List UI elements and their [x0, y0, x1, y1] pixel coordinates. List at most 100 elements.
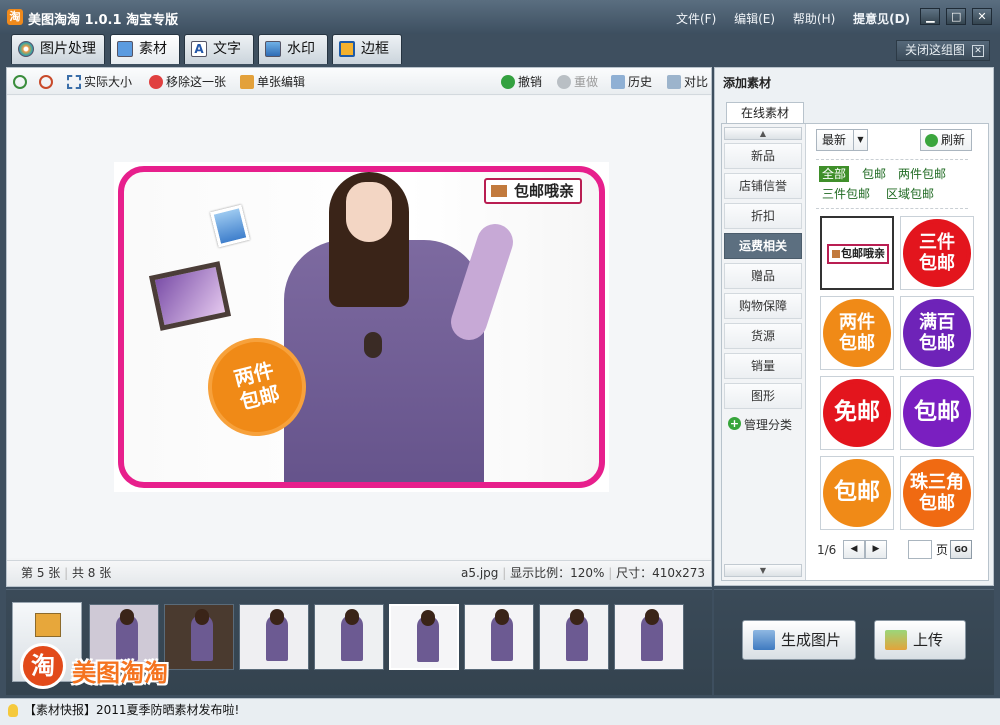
undo-button[interactable]: 撤销 [501, 74, 542, 90]
canvas-area[interactable]: 两件 包邮 包邮哦亲 [7, 96, 711, 558]
material-thumbnail[interactable]: 两件 包邮 [820, 296, 894, 370]
window-controls: ▁ □ ✕ [918, 8, 992, 25]
category-item[interactable]: 货源 [724, 323, 802, 349]
image-size: 尺寸：410x273 [616, 566, 705, 580]
compare-button[interactable]: 对比 [667, 74, 708, 90]
image-thumbnail[interactable] [539, 604, 609, 670]
zoom-in-button[interactable] [13, 74, 29, 90]
material-thumbnail[interactable]: 包邮 [820, 456, 894, 530]
image-thumbnail[interactable] [239, 604, 309, 670]
category-item-active[interactable]: 运费相关 [724, 233, 802, 259]
image-thumbnail[interactable] [614, 604, 684, 670]
next-page-button[interactable]: ▶ [865, 540, 887, 559]
sort-select[interactable]: 最新 ▼ [816, 129, 868, 151]
filter-three-free[interactable]: 三件包邮 [819, 186, 873, 202]
prev-page-button[interactable]: ◀ [843, 540, 865, 559]
filter-region-free[interactable]: 区域包邮 [883, 186, 937, 202]
sticker-photo-small[interactable] [210, 204, 250, 248]
tab-online-material[interactable]: 在线素材 [726, 102, 804, 124]
thumbnail-hair [195, 609, 209, 625]
starburst-badge: 满百 包邮 [907, 303, 967, 363]
refresh-icon [925, 134, 938, 147]
current-index: 第 5 张 [21, 566, 61, 580]
category-item[interactable]: 折扣 [724, 203, 802, 229]
starburst-badge: 三件 包邮 [907, 223, 967, 283]
panel-title: 添加素材 [723, 76, 772, 90]
category-item[interactable]: 赠品 [724, 263, 802, 289]
edit-single-button[interactable]: 单张编辑 [240, 74, 305, 90]
sticker-free-shipping-tag[interactable]: 包邮哦亲 [484, 178, 583, 204]
tag-text: 包邮哦亲 [514, 182, 575, 200]
material-thumbnail[interactable]: 免邮 [820, 376, 894, 450]
category-item[interactable]: 店铺信誉 [724, 173, 802, 199]
image-thumbnail[interactable] [389, 604, 459, 670]
undo-icon [501, 75, 515, 89]
actual-size-button[interactable]: 实际大小 [67, 74, 132, 90]
starburst-badge: 包邮 [827, 463, 887, 523]
material-thumbnail[interactable]: 包邮 [900, 376, 974, 450]
zoom-in-icon [13, 75, 27, 89]
refresh-button[interactable]: 刷新 [920, 129, 972, 151]
image-preview[interactable]: 两件 包邮 包邮哦亲 [114, 162, 609, 492]
redo-button[interactable]: 重做 [557, 74, 598, 90]
image-thumbnail[interactable] [164, 604, 234, 670]
undo-label: 撤销 [518, 75, 543, 89]
category-item[interactable]: 销量 [724, 353, 802, 379]
category-item[interactable]: 新品 [724, 143, 802, 169]
close-group-button[interactable]: 关闭这组图 ✕ [895, 40, 990, 61]
tab-material[interactable]: 素材 [110, 34, 180, 64]
generate-image-button[interactable]: 生成图片 [742, 620, 856, 660]
tab-label: 图片处理 [40, 41, 96, 57]
material-thumbnail[interactable]: 三件 包邮 [900, 216, 974, 290]
filter-free-shipping[interactable]: 包邮 [859, 166, 889, 182]
material-thumbnail[interactable]: 珠三角 包邮 [900, 456, 974, 530]
category-scroll-up[interactable]: ▲ [724, 127, 802, 140]
thumbnail-hair [345, 609, 359, 625]
history-button[interactable]: 历史 [611, 74, 652, 90]
tab-image-process[interactable]: 图片处理 [11, 34, 105, 64]
edit-toolbar: 实际大小 移除这一张 单张编辑 撤销 重做 历史 对比 [7, 68, 711, 95]
actual-size-icon [67, 75, 81, 89]
image-info: a5.jpg | 显示比例：120% | 尺寸：410x273 [461, 566, 705, 580]
tab-watermark[interactable]: 水印 [258, 34, 328, 64]
badge-text: 满百 [919, 312, 955, 333]
menu-help[interactable]: 帮助(H) [793, 12, 835, 26]
material-thumbnail[interactable]: 满百 包邮 [900, 296, 974, 370]
news-bar[interactable]: 【素材快报】2011夏季防晒素材发布啦! [0, 698, 1000, 725]
filter-all[interactable]: 全部 [819, 166, 850, 182]
page-input[interactable] [908, 540, 932, 559]
text-icon: A [191, 41, 207, 57]
category-scroll-down[interactable]: ▼ [724, 564, 802, 577]
minimize-icon[interactable]: ▁ [920, 8, 941, 25]
upload-button[interactable]: 上传 [874, 620, 966, 660]
tab-text[interactable]: A 文字 [184, 34, 254, 64]
zoom-out-button[interactable] [39, 74, 55, 90]
category-item[interactable]: 图形 [724, 383, 802, 409]
image-thumbnail[interactable] [314, 604, 384, 670]
sticker-photo-frame[interactable] [148, 261, 232, 331]
menu-edit[interactable]: 编辑(E) [734, 12, 775, 26]
badge-text: 包邮 [919, 493, 955, 514]
category-item[interactable]: 购物保障 [724, 293, 802, 319]
page-label: 页 [936, 543, 949, 557]
menu-feedback[interactable]: 提意见(D) [853, 12, 910, 26]
manage-categories-button[interactable]: + 管理分类 [728, 416, 792, 433]
box-icon [832, 250, 840, 258]
edit-single-label: 单张编辑 [257, 75, 306, 89]
generate-icon [753, 630, 775, 650]
image-thumbnail[interactable] [464, 604, 534, 670]
watermark-icon [265, 41, 281, 57]
tab-bar: 图片处理 素材 A 文字 水印 边框 关闭这组图 ✕ [0, 34, 1000, 65]
history-icon [611, 75, 625, 89]
go-button[interactable]: GO [950, 540, 972, 559]
tab-frame[interactable]: 边框 [332, 34, 402, 64]
maximize-icon[interactable]: □ [946, 8, 967, 25]
material-thumbnail[interactable]: 包邮哦亲 [820, 216, 894, 290]
remove-button[interactable]: 移除这一张 [149, 74, 226, 90]
close-icon[interactable]: ✕ [972, 8, 992, 25]
tab-label: 边框 [361, 41, 389, 57]
menu-file[interactable]: 文件(F) [676, 12, 716, 26]
tab-label: 水印 [287, 41, 315, 57]
filter-two-free[interactable]: 两件包邮 [895, 166, 949, 182]
sort-value: 最新 [822, 133, 847, 147]
